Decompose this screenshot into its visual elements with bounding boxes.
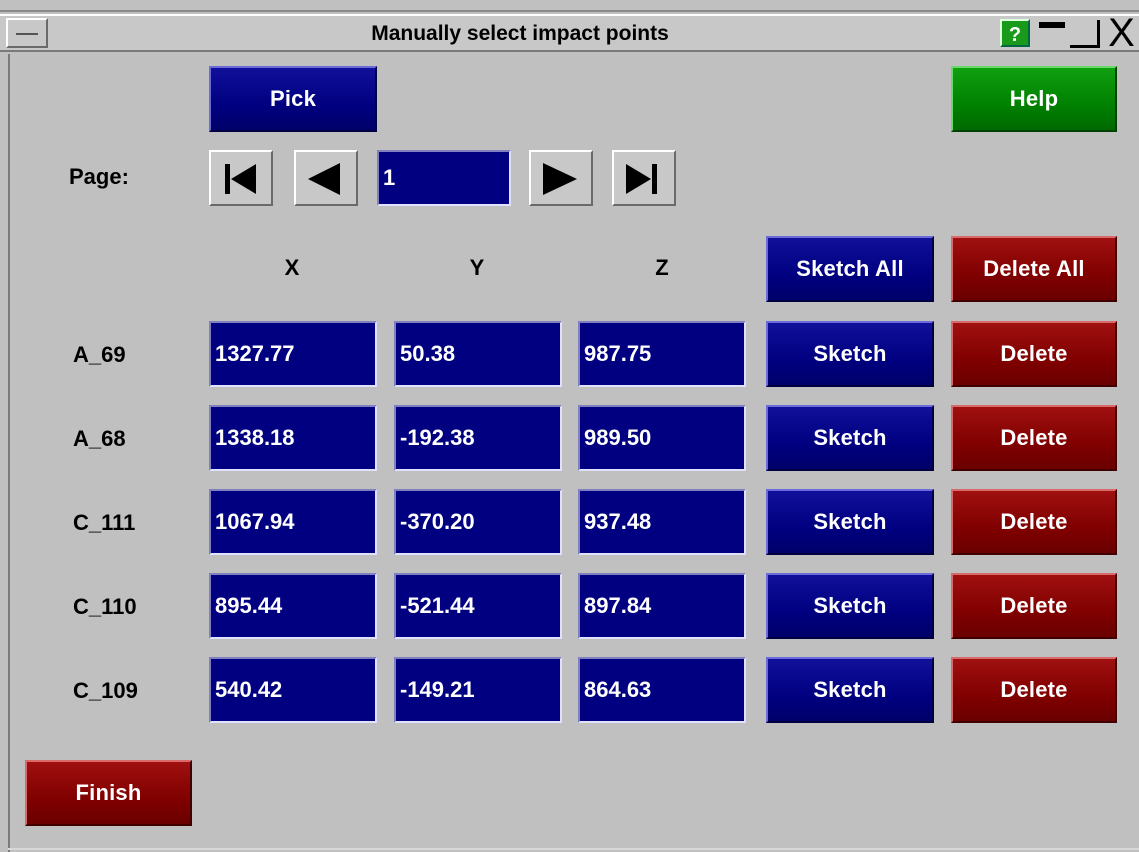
y-value-field[interactable]: 50.38 <box>394 321 562 387</box>
pick-button[interactable]: Pick <box>209 66 377 132</box>
sketch-button[interactable]: Sketch <box>766 321 934 387</box>
x-value-field[interactable]: 1067.94 <box>209 489 377 555</box>
sketch-button[interactable]: Sketch <box>766 657 934 723</box>
next-page-icon <box>543 163 577 195</box>
system-menu-button[interactable] <box>6 18 48 48</box>
finish-button[interactable]: Finish <box>25 760 192 826</box>
title-top-line <box>0 10 1139 12</box>
dialog-window: Manually select impact points ? X Pick H… <box>0 0 1139 852</box>
delete-button[interactable]: Delete <box>951 405 1117 471</box>
page-number-input[interactable]: 1 <box>377 150 511 206</box>
row-name-label: C_111 <box>73 510 136 535</box>
row-name-label: A_68 <box>73 426 126 451</box>
page-label: Page: <box>69 164 129 189</box>
x-value-field[interactable]: 540.42 <box>209 657 377 723</box>
sketch-all-button[interactable]: Sketch All <box>766 236 934 302</box>
y-value-field[interactable]: -370.20 <box>394 489 562 555</box>
window-title: Manually select impact points <box>371 22 669 45</box>
minimize-icon <box>1039 22 1065 28</box>
help-button[interactable]: Help <box>951 66 1117 132</box>
z-value-field[interactable]: 897.84 <box>578 573 746 639</box>
row-name-label: C_109 <box>73 678 138 703</box>
column-header-z: Z <box>655 255 669 280</box>
y-value-field[interactable]: -149.21 <box>394 657 562 723</box>
delete-button[interactable]: Delete <box>951 489 1117 555</box>
delete-button[interactable]: Delete <box>951 657 1117 723</box>
x-value-field[interactable]: 1327.77 <box>209 321 377 387</box>
first-page-button[interactable] <box>209 150 273 206</box>
row-name-label: C_110 <box>73 594 137 619</box>
row-name-label: A_69 <box>73 342 126 367</box>
window-left-edge <box>8 54 10 852</box>
sketch-button[interactable]: Sketch <box>766 405 934 471</box>
delete-button[interactable]: Delete <box>951 321 1117 387</box>
minimize-button[interactable] <box>1037 20 1067 46</box>
z-value-field[interactable]: 937.48 <box>578 489 746 555</box>
column-header-x: X <box>284 255 300 280</box>
title-help-button[interactable]: ? <box>1000 19 1030 47</box>
prev-page-button[interactable] <box>294 150 358 206</box>
y-value-field[interactable]: -521.44 <box>394 573 562 639</box>
close-button[interactable]: X <box>1104 13 1139 53</box>
z-value-field[interactable]: 864.63 <box>578 657 746 723</box>
delete-all-button[interactable]: Delete All <box>951 236 1117 302</box>
sketch-button[interactable]: Sketch <box>766 573 934 639</box>
last-page-button[interactable] <box>612 150 676 206</box>
maximize-button[interactable] <box>1070 20 1100 48</box>
x-value-field[interactable]: 1338.18 <box>209 405 377 471</box>
prev-page-icon <box>308 163 340 195</box>
system-menu-icon <box>16 33 38 35</box>
next-page-button[interactable] <box>529 150 593 206</box>
window-bottom-edge <box>8 848 1139 850</box>
column-header-y: Y <box>469 255 485 280</box>
title-bar: Manually select impact points ? X <box>0 13 1139 53</box>
sketch-button[interactable]: Sketch <box>766 489 934 555</box>
z-value-field[interactable]: 989.50 <box>578 405 746 471</box>
first-page-icon <box>225 164 256 194</box>
last-page-icon <box>626 164 657 194</box>
delete-button[interactable]: Delete <box>951 573 1117 639</box>
z-value-field[interactable]: 987.75 <box>578 321 746 387</box>
y-value-field[interactable]: -192.38 <box>394 405 562 471</box>
x-value-field[interactable]: 895.44 <box>209 573 377 639</box>
